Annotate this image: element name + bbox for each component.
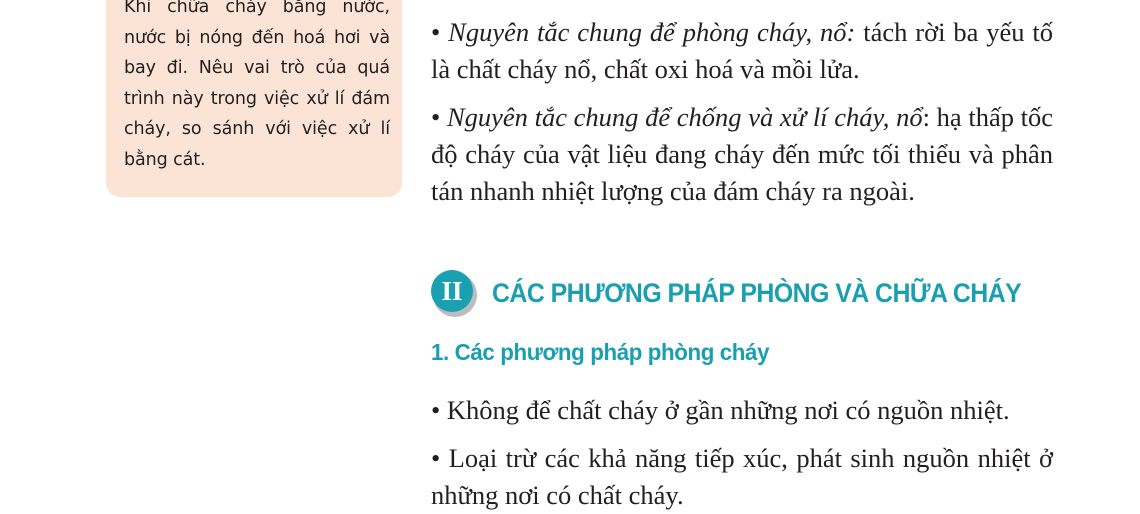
section-numeral: II bbox=[431, 270, 473, 312]
section-header: II CÁC PHƯƠNG PHÁP PHÒNG VÀ CHỮA CHÁY bbox=[431, 270, 1071, 318]
method-item-1: • Không để chất cháy ở gần những nơi có … bbox=[431, 392, 1053, 429]
method-item-2: • Loại trừ các khả năng tiếp xúc, phát s… bbox=[431, 440, 1053, 514]
bullet: • bbox=[431, 17, 441, 47]
subsection-title: 1. Các phương pháp phòng cháy bbox=[431, 339, 770, 365]
prevention-term: Nguyên tắc chung để phòng cháy, nổ: bbox=[448, 17, 856, 47]
prevention-principle: • Nguyên tắc chung để phòng cháy, nổ: tá… bbox=[431, 14, 1053, 88]
bullet: • bbox=[431, 395, 441, 425]
method-item-1-text: Không để chất cháy ở gần những nơi có ng… bbox=[440, 395, 1010, 425]
question-box: Khi chữa cháy bằng nước, nước bị nóng đế… bbox=[106, 0, 402, 197]
section-title: CÁC PHƯƠNG PHÁP PHÒNG VÀ CHỮA CHÁY bbox=[492, 278, 1022, 308]
fighting-principle: • Nguyên tắc chung để chống và xử lí chá… bbox=[431, 99, 1053, 210]
question-text: Khi chữa cháy bằng nước, nước bị nóng đế… bbox=[124, 0, 390, 170]
fighting-term: Nguyên tắc chung để chống và xử lí cháy,… bbox=[446, 102, 923, 132]
section-numeral-badge: II bbox=[431, 270, 477, 317]
bullet: • bbox=[431, 102, 441, 132]
bullet: • bbox=[431, 443, 441, 473]
